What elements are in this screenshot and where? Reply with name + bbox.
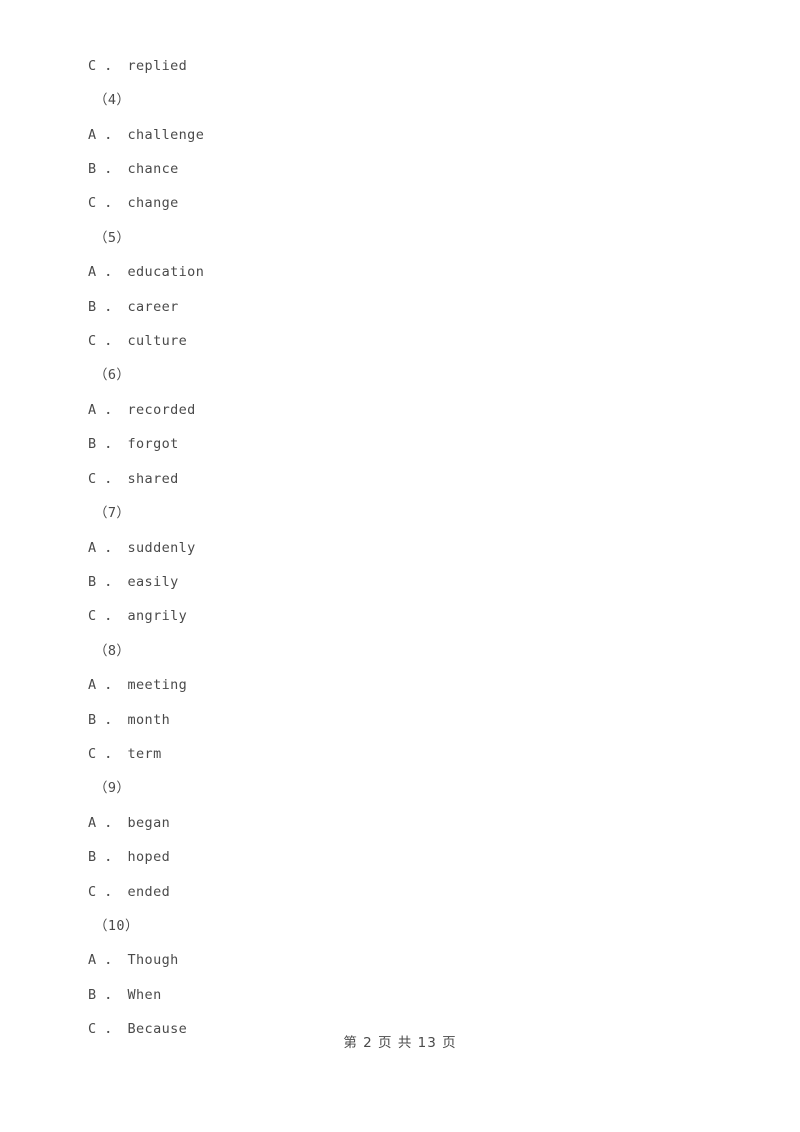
question-number: （10）	[94, 918, 139, 934]
answer-option: B ． chance	[88, 161, 179, 177]
answer-option: A ． education	[88, 264, 205, 280]
answer-option: B ． career	[88, 299, 179, 315]
answer-option: B ． When	[88, 987, 162, 1003]
answer-option: C ． term	[88, 746, 162, 762]
answer-option: C ． replied	[88, 58, 188, 74]
answer-option: A ． began	[88, 815, 171, 831]
answer-option: C ． angrily	[88, 608, 188, 624]
question-number: （6）	[94, 367, 131, 383]
answer-option: C ． shared	[88, 471, 179, 487]
answer-option: A ． challenge	[88, 127, 205, 143]
answer-option: C ． change	[88, 195, 179, 211]
answer-option: C ． ended	[88, 884, 171, 900]
page-footer: 第 2 页 共 13 页	[343, 1035, 457, 1051]
answer-option: B ． easily	[88, 574, 179, 590]
question-number: （9）	[94, 780, 131, 796]
answer-option: A ． Though	[88, 952, 179, 968]
document-page: C ． replied （4） A ． challenge B ． chance C ．…	[0, 0, 800, 1132]
answer-option: A ． suddenly	[88, 540, 196, 556]
question-number: （5）	[94, 230, 131, 246]
question-number: （8）	[94, 643, 131, 659]
answer-option: A ． recorded	[88, 402, 196, 418]
answer-option: B ． month	[88, 712, 171, 728]
answer-option: A ． meeting	[88, 677, 188, 693]
answer-option: B ． forgot	[88, 436, 179, 452]
question-number: （4）	[94, 92, 131, 108]
answer-option: B ． hoped	[88, 849, 171, 865]
question-number: （7）	[94, 505, 131, 521]
answer-option: C ． culture	[88, 333, 188, 349]
